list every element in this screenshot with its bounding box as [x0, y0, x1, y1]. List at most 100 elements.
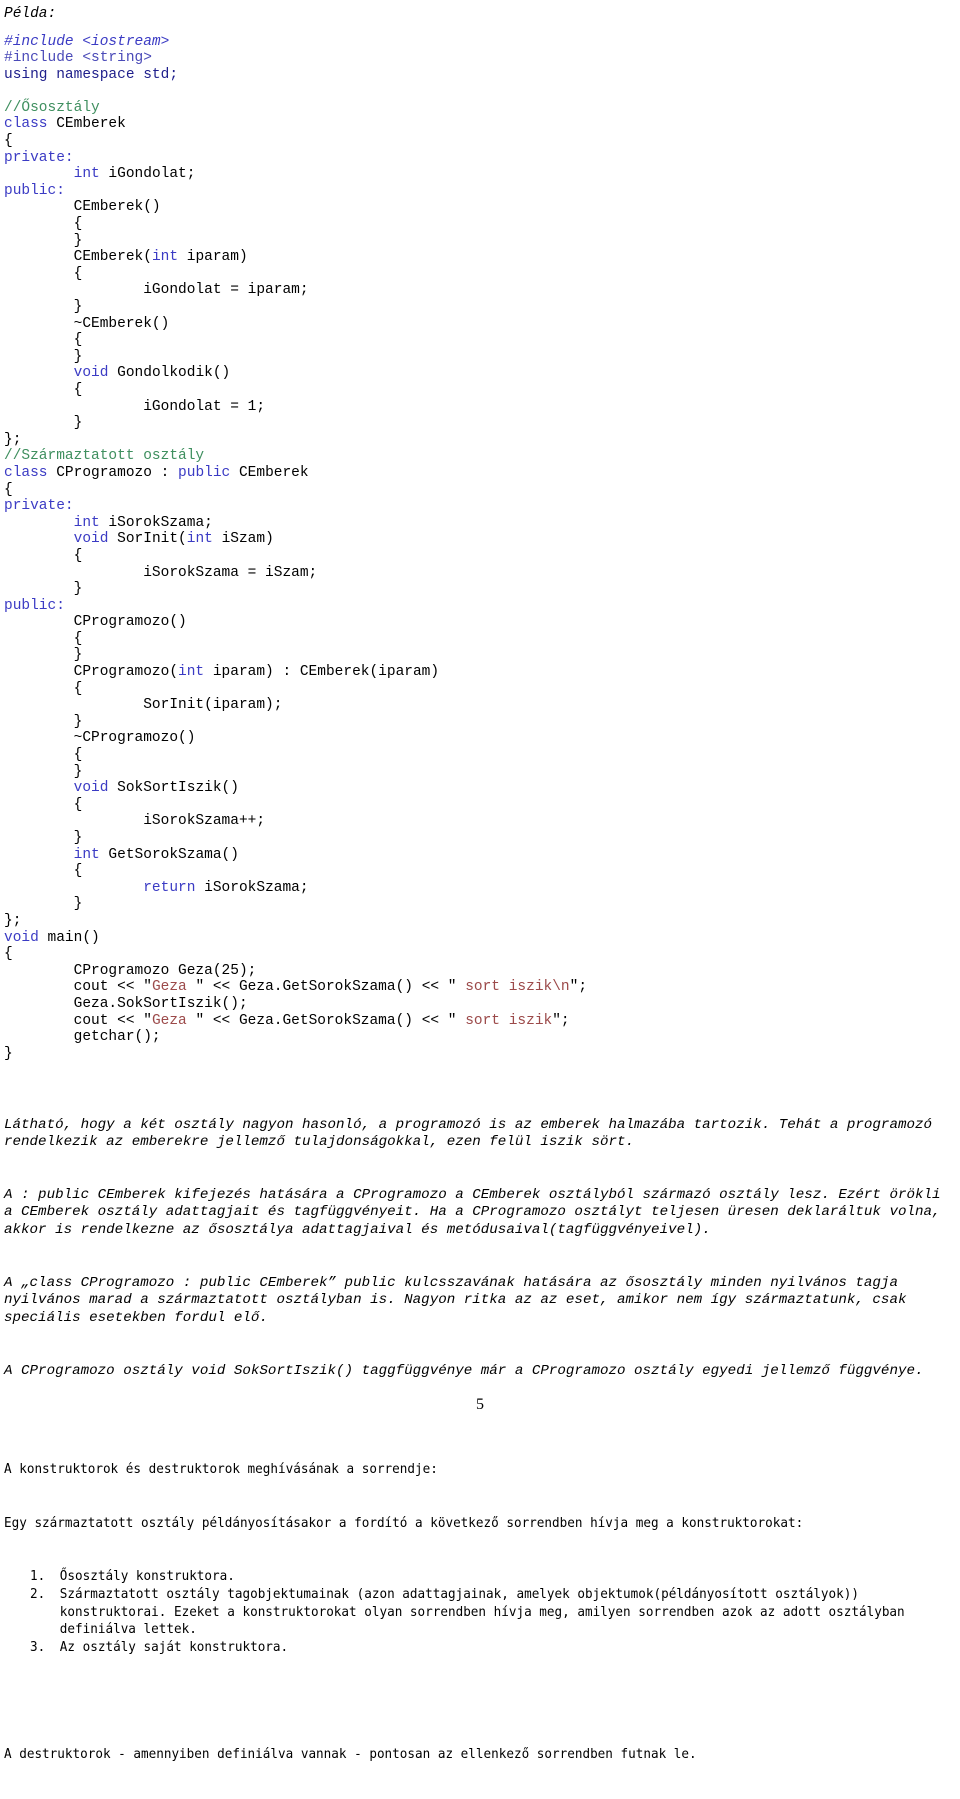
code-token: int — [151, 249, 179, 266]
code-line: { — [4, 797, 956, 814]
code-token: { — [4, 216, 83, 233]
code-token: cout << " — [4, 1012, 152, 1029]
code-token: } — [4, 713, 83, 730]
code-token: ~CEmberek() — [4, 315, 170, 332]
code-token: } — [4, 348, 83, 365]
code-line: private: — [4, 498, 956, 515]
ordering-list-item: 3. Az osztály saját konstruktora. — [4, 1639, 960, 1657]
prose-paragraph-3: A „class CProgramozo : public CEmberek” … — [4, 1274, 915, 1327]
code-line: public: — [4, 598, 956, 615]
code-token: CEmberek — [47, 116, 126, 133]
code-line: CEmberek(int iparam) — [4, 249, 956, 266]
code-line: cout << "Geza " << Geza.GetSorokSzama() … — [4, 979, 956, 996]
code-line: } — [4, 1046, 956, 1063]
code-token: { — [4, 381, 83, 398]
code-token: { — [4, 265, 83, 282]
code-line: } — [4, 415, 956, 432]
code-token: } — [4, 581, 83, 598]
code-token: #include <string> — [4, 50, 152, 67]
code-line: #include <string> — [4, 50, 956, 67]
ordering-item-number: 2. — [30, 1585, 46, 1602]
code-token: { — [4, 796, 83, 813]
code-line: CProgramozo(int iparam) : CEmberek(ipara… — [4, 664, 956, 681]
code-line: ~CProgramozo() — [4, 730, 956, 747]
code-token: } — [4, 647, 83, 664]
code-line: { — [4, 681, 956, 698]
code-token: public: — [4, 597, 65, 614]
code-token: iSorokSzama++; — [4, 813, 266, 830]
code-token: "; — [552, 1012, 570, 1029]
code-line: ~CEmberek() — [4, 316, 956, 333]
code-token: using namespace std; — [4, 66, 179, 83]
code-line: int iSorokSzama; — [4, 515, 956, 532]
code-token: getchar(); — [4, 1029, 161, 1046]
ordering-heading: A konstruktorok és destruktorok meghívás… — [4, 1461, 438, 1478]
code-line: //Ősosztály — [4, 100, 956, 117]
code-line: void main() — [4, 930, 956, 947]
code-token: { — [4, 946, 13, 963]
code-token: CEmberek( — [4, 249, 152, 266]
code-token: iGondolat = 1; — [4, 398, 266, 415]
code-line: #include <iostream> — [4, 34, 956, 51]
code-token: int — [73, 166, 100, 183]
code-line: } — [4, 233, 956, 250]
code-line: { — [4, 133, 956, 150]
ordering-item-number: 1. — [30, 1567, 46, 1584]
code-token: SokSortIszik() — [108, 780, 239, 797]
code-token: } — [4, 232, 83, 249]
code-line: }; — [4, 432, 956, 449]
code-line: { — [4, 863, 956, 880]
code-token: public — [178, 464, 231, 481]
prose-paragraph-4: A CProgramozo osztály void SokSortIszik(… — [4, 1362, 924, 1379]
code-token: Geza.SokSortIszik(); — [4, 995, 248, 1012]
code-token: " << Geza.GetSorokSzama() << " — [195, 979, 457, 996]
code-token: class — [4, 464, 48, 481]
code-token: public: — [4, 182, 65, 199]
code-line: { — [4, 266, 956, 283]
code-line: void SorInit(int iSzam) — [4, 531, 956, 548]
code-line: { — [4, 946, 956, 963]
code-token: iSorokSzama; — [195, 879, 309, 896]
ordering-lead: Egy származtatott osztály példányosítása… — [4, 1514, 804, 1531]
code-token: //Ősosztály — [4, 99, 100, 116]
code-token: #include <iostream> — [4, 33, 170, 50]
code-line: void Gondolkodik() — [4, 365, 956, 382]
code-token: { — [4, 332, 83, 349]
code-token: ~CProgramozo() — [4, 730, 196, 747]
code-line: } — [4, 299, 956, 316]
prose-paragraph-1: Látható, hogy a két osztály nagyon hason… — [4, 1116, 941, 1151]
ordering-item-number: 3. — [30, 1639, 46, 1656]
prose-paragraph-2: A : public CEmberek kifejezés hatására a… — [4, 1186, 950, 1239]
code-token: return — [143, 879, 196, 896]
code-token: private: — [4, 149, 74, 166]
code-token: } — [4, 1045, 13, 1062]
code-token: CEmberek — [230, 464, 309, 481]
code-token: CProgramozo() — [4, 614, 187, 631]
ordering-list-item: 2. Származtatott osztály tagobjektumainak… — [4, 1586, 960, 1639]
code-line: { — [4, 332, 956, 349]
ordering-item-text: Származtatott osztály tagobjektumainak (… — [59, 1585, 913, 1638]
code-line: class CProgramozo : public CEmberek — [4, 465, 956, 482]
code-line: } — [4, 647, 956, 664]
code-token: void — [73, 780, 109, 797]
code-token: SorInit( — [108, 531, 187, 548]
code-token: int — [186, 531, 213, 548]
code-line: CEmberek() — [4, 199, 956, 216]
code-token: main() — [38, 929, 100, 946]
code-line: iGondolat = iparam; — [4, 282, 956, 299]
code-token: int — [73, 846, 100, 863]
prose-block: Látható, hogy a két osztály nagyon hason… — [4, 1081, 956, 1415]
code-token: GetSorokSzama() — [99, 846, 239, 863]
code-token: Geza — [151, 979, 196, 996]
code-token: sort iszik — [456, 1012, 553, 1029]
code-token: iparam) — [178, 249, 248, 266]
code-line: } — [4, 764, 956, 781]
ordering-list-item: 1. Ősosztály konstruktora. — [4, 1568, 960, 1586]
code-line: public: — [4, 183, 956, 200]
code-line: { — [4, 216, 956, 233]
